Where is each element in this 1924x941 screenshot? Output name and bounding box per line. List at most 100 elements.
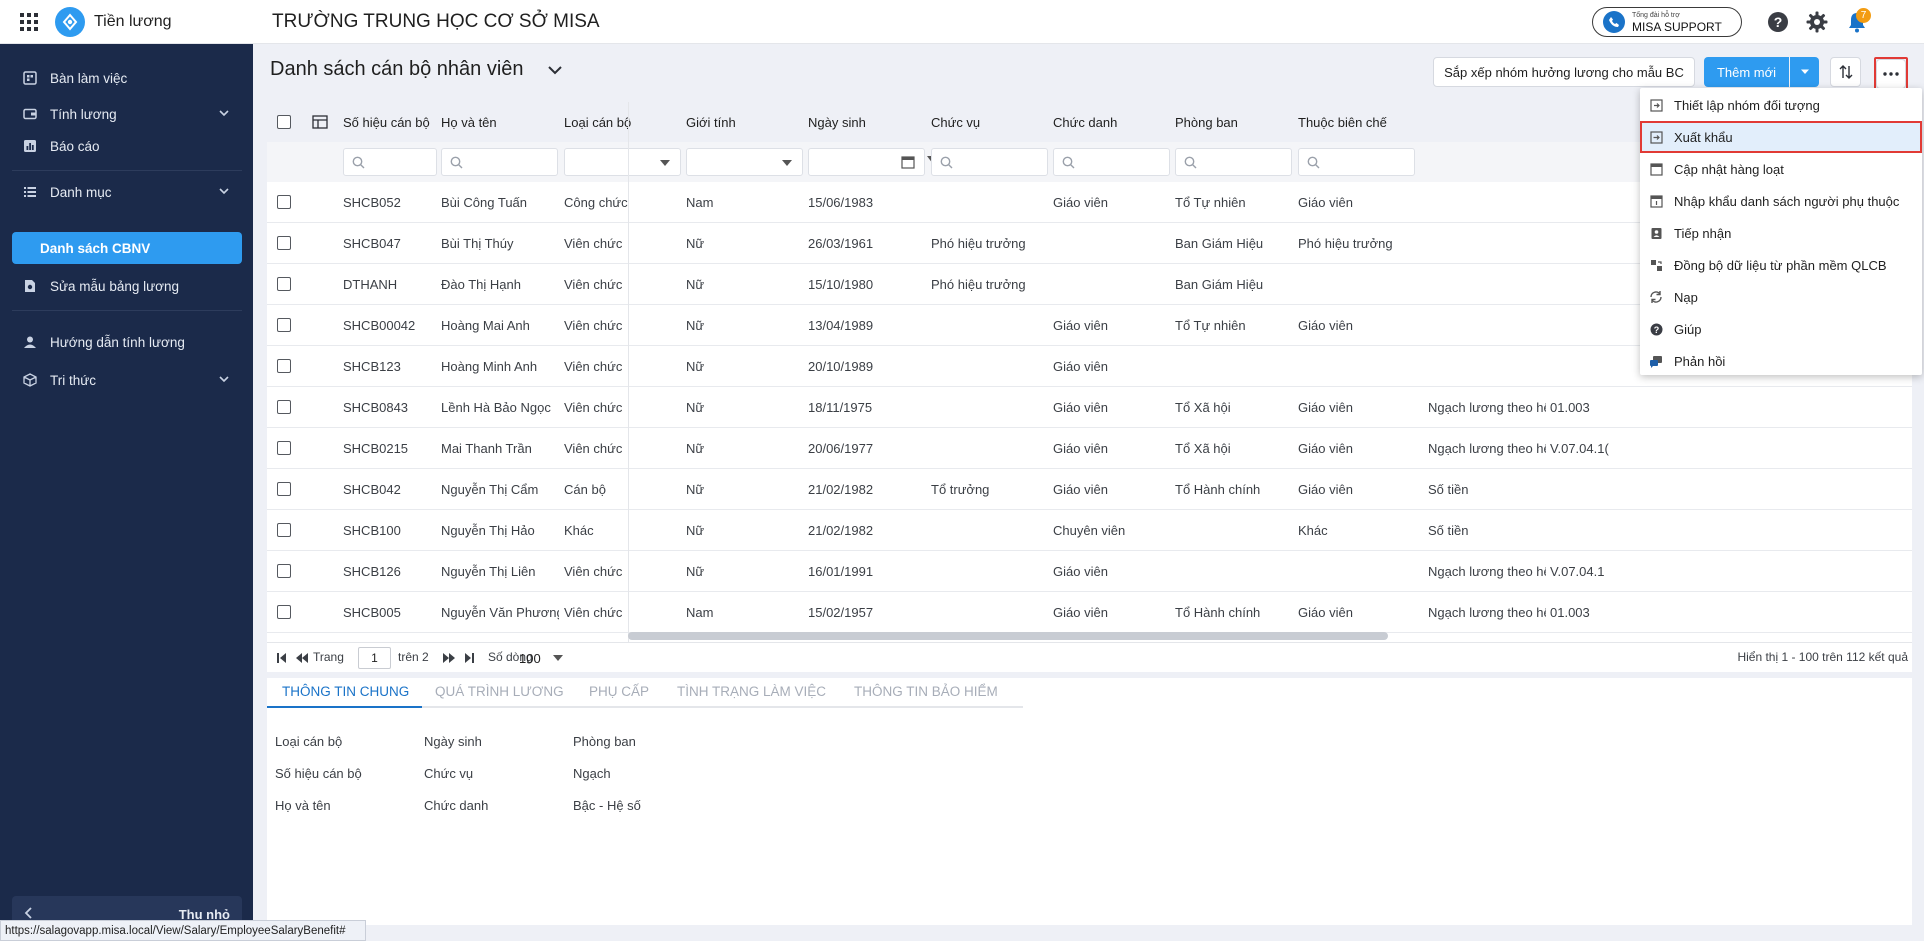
- menu-item-setup-group[interactable]: Thiết lập nhóm đối tượng: [1640, 89, 1922, 121]
- add-new-dropdown-button[interactable]: [1790, 57, 1819, 87]
- table-cell: Nữ: [686, 482, 705, 497]
- box-icon: [20, 370, 40, 390]
- page-label: Trang: [313, 650, 344, 664]
- row-checkbox[interactable]: [277, 523, 291, 537]
- chevron-down-icon[interactable]: [547, 62, 563, 81]
- date-filter-input[interactable]: [808, 148, 939, 176]
- column-header[interactable]: Phòng ban: [1175, 115, 1290, 130]
- tab-allowance[interactable]: PHỤ CẤP: [589, 684, 649, 699]
- table-cell: Viên chức: [564, 277, 623, 292]
- filter-input[interactable]: [931, 148, 1048, 176]
- add-new-button[interactable]: Thêm mới: [1704, 57, 1789, 87]
- organization-name: TRƯỜNG TRUNG HỌC CƠ SỞ MISA: [272, 11, 600, 32]
- tab-insurance-info[interactable]: THÔNG TIN BẢO HIỂM: [854, 684, 998, 699]
- sidebar-item-catalog[interactable]: Danh mục: [12, 176, 242, 208]
- table-row[interactable]: SHCB126 Nguyễn Thị Liên Viên chức Nữ 16/01/1…: [267, 551, 1912, 592]
- previous-page-icon[interactable]: [296, 652, 308, 664]
- column-header[interactable]: Chức vụ: [931, 115, 1046, 130]
- sidebar-item-salary[interactable]: Tính lương: [12, 98, 242, 130]
- sidebar-item-employee-list[interactable]: Danh sách CBNV: [12, 232, 242, 264]
- column-header[interactable]: Chức danh: [1053, 115, 1168, 130]
- menu-item-sync-qlcb[interactable]: Đồng bộ dữ liệu từ phần mềm QLCB: [1640, 249, 1922, 281]
- tab-general-info[interactable]: THÔNG TIN CHUNG: [282, 684, 409, 699]
- sidebar-divider: [12, 170, 242, 171]
- filter-input[interactable]: [1298, 148, 1415, 176]
- app-grid-icon[interactable]: [14, 7, 44, 37]
- app-name[interactable]: Tiền lương: [94, 13, 172, 31]
- column-header[interactable]: Số hiệu cán bộ: [343, 115, 438, 130]
- tab-salary-history[interactable]: QUÁ TRÌNH LƯƠNG: [435, 684, 564, 699]
- sidebar-item-edit-salary-template[interactable]: Sửa mẫu bảng lương: [12, 270, 242, 302]
- menu-item-reload[interactable]: Nạp: [1640, 281, 1922, 313]
- page-number-input[interactable]: 1: [358, 647, 391, 669]
- row-checkbox[interactable]: [277, 400, 291, 414]
- column-header[interactable]: Ngày sinh: [808, 115, 923, 130]
- filter-input[interactable]: [1175, 148, 1292, 176]
- table-cell: Tổ Hành chính: [1175, 605, 1261, 620]
- sidebar-item-salary-guide[interactable]: Hướng dẫn tính lương: [12, 326, 242, 358]
- rows-per-page-value: 100: [519, 650, 541, 666]
- column-settings-icon[interactable]: [312, 114, 328, 133]
- sidebar-item-reports[interactable]: Báo cáo: [12, 130, 242, 162]
- select-all-checkbox[interactable]: [277, 115, 291, 129]
- last-page-icon[interactable]: [464, 652, 474, 664]
- row-checkbox[interactable]: [277, 564, 291, 578]
- menu-item-receive[interactable]: Tiếp nhận: [1640, 217, 1922, 249]
- sidebar-item-dashboard[interactable]: Bàn làm việc: [12, 62, 242, 94]
- sidebar-item-knowledge[interactable]: Tri thức: [12, 364, 242, 396]
- row-checkbox[interactable]: [277, 318, 291, 332]
- table-row[interactable]: SHCB042 Nguyễn Thị Cẩm Cán bộ Nữ 21/02/1982 T…: [267, 469, 1912, 510]
- batch-update-icon: [1648, 161, 1664, 177]
- menu-item-export[interactable]: Xuất khẩu: [1640, 121, 1922, 153]
- column-header[interactable]: Giới tính: [686, 115, 801, 130]
- filter-input[interactable]: [343, 148, 437, 176]
- next-page-icon[interactable]: [443, 652, 455, 664]
- rows-per-page-select[interactable]: 100: [519, 647, 569, 669]
- sort-salary-group-button[interactable]: Sắp xếp nhóm hưởng lương cho mẫu BC: [1433, 57, 1695, 87]
- table-cell: Phó hiệu trưởng: [1298, 236, 1393, 251]
- filter-select[interactable]: [564, 148, 681, 176]
- gear-icon[interactable]: [1805, 10, 1829, 34]
- table-cell: Viên chức: [564, 236, 623, 251]
- column-header[interactable]: Họ và tên: [441, 115, 556, 130]
- help-icon[interactable]: ?: [1766, 10, 1790, 34]
- table-row[interactable]: SHCB005 Nguyễn Văn Phương Viên chức Nam 15/0…: [267, 592, 1912, 633]
- support-button[interactable]: Tổng đài hỗ trợ MISA SUPPORT: [1592, 7, 1742, 37]
- menu-item-help[interactable]: ? Giúp: [1640, 313, 1922, 345]
- menu-item-batch-update[interactable]: Cập nhật hàng loạt: [1640, 153, 1922, 185]
- table-row[interactable]: SHCB100 Nguyễn Thị Hảo Khác Nữ 21/02/1982 Chu…: [267, 510, 1912, 551]
- filter-select[interactable]: [686, 148, 803, 176]
- row-checkbox[interactable]: [277, 482, 291, 496]
- menu-item-import-dependents[interactable]: Nhập khẩu danh sách người phụ thuộc: [1640, 185, 1922, 217]
- row-checkbox[interactable]: [277, 359, 291, 373]
- table-cell: Ngạch lương theo hệ số: [1428, 441, 1546, 456]
- table-row[interactable]: SHCB0215 Mai Thanh Trần Viên chức Nữ 20/06/1…: [267, 428, 1912, 469]
- menu-item-feedback[interactable]: Phản hồi: [1640, 345, 1922, 377]
- row-checkbox[interactable]: [277, 441, 291, 455]
- column-header[interactable]: Loại cán bộ: [564, 115, 679, 130]
- table-cell: Đào Thị Hạnh: [441, 277, 521, 292]
- table-cell: 26/03/1961: [808, 236, 874, 251]
- table-cell: Hoàng Minh Anh: [441, 359, 538, 374]
- row-checkbox[interactable]: [277, 277, 291, 291]
- row-checkbox[interactable]: [277, 605, 291, 619]
- column-header[interactable]: Thuộc biên chế giáo: [1298, 115, 1388, 130]
- horizontal-scrollbar[interactable]: [628, 632, 1388, 640]
- table-cell: Ngạch lương theo hệ số: [1428, 400, 1546, 415]
- table-cell: Công chức: [564, 195, 628, 210]
- notification-badge: 7: [1856, 8, 1871, 23]
- table-row[interactable]: SHCB0843 Lềnh Hà Bảo Ngọc Viên chức Nữ 18/11…: [267, 387, 1912, 428]
- table-cell: Nguyễn Văn Phương: [441, 605, 559, 620]
- table-cell: Tổ trưởng: [931, 482, 990, 497]
- sort-button[interactable]: [1830, 57, 1861, 87]
- menu-item-label: Cập nhật hàng loạt: [1674, 161, 1784, 177]
- first-page-icon[interactable]: [277, 652, 287, 664]
- row-checkbox[interactable]: [277, 236, 291, 250]
- row-checkbox[interactable]: [277, 195, 291, 209]
- filter-input[interactable]: [1053, 148, 1170, 176]
- tab-work-status[interactable]: TÌNH TRẠNG LÀM VIỆC: [677, 684, 826, 699]
- calendar-icon[interactable]: [901, 155, 915, 169]
- filter-input[interactable]: [441, 148, 558, 176]
- svg-text:?: ?: [1774, 14, 1783, 30]
- app-window: Tiền lương TRƯỜNG TRUNG HỌC CƠ SỞ MISA T…: [0, 0, 1924, 941]
